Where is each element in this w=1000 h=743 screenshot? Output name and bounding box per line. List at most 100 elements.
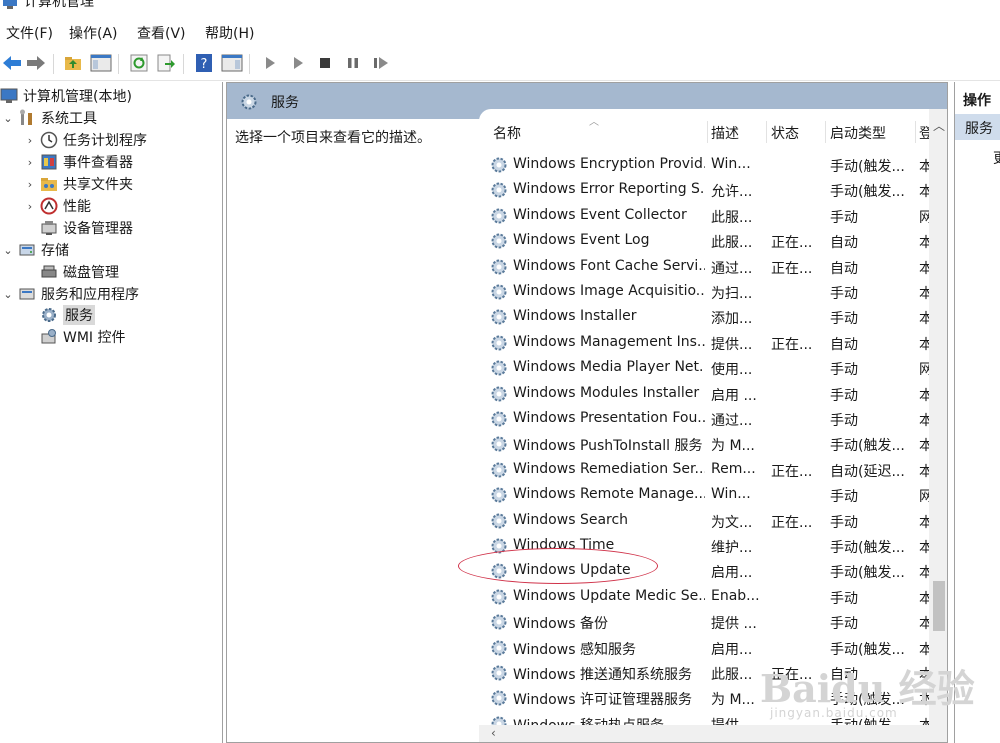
tree-item-services-and-applications[interactable]: ⌄ 服务和应用程序 bbox=[2, 283, 139, 305]
help-button[interactable]: ? bbox=[192, 51, 216, 75]
tree-item-performance[interactable]: › 性能 bbox=[24, 195, 91, 217]
scroll-left-icon[interactable]: ‹ bbox=[491, 726, 496, 740]
scroll-up-icon[interactable]: ︿ bbox=[933, 117, 945, 134]
service-desc: 为 M... bbox=[711, 692, 755, 709]
column-divider[interactable] bbox=[707, 121, 708, 143]
service-row[interactable]: Windows Modules Installer启用 ...手动本 bbox=[479, 381, 931, 406]
menu-view[interactable]: 查看(V) bbox=[137, 23, 186, 43]
service-desc: 此服... bbox=[711, 209, 753, 226]
menu-help[interactable]: 帮助(H) bbox=[205, 23, 254, 43]
tree-item-services[interactable]: 服务 bbox=[24, 304, 95, 326]
tree-item-device-manager[interactable]: 设备管理器 bbox=[24, 217, 133, 239]
service-row[interactable]: Windows 感知服务启用...手动(触发...本 bbox=[479, 635, 931, 660]
service-startup-type: 手动 bbox=[830, 489, 858, 506]
menu-file[interactable]: 文件(F) bbox=[6, 23, 53, 43]
gear-icon bbox=[491, 309, 507, 325]
menu-action[interactable]: 操作(A) bbox=[69, 23, 118, 43]
chevron-right-icon[interactable]: › bbox=[24, 200, 36, 213]
vertical-scrollbar[interactable]: ︿ bbox=[929, 109, 947, 742]
column-header-startup-type[interactable]: 启动类型 bbox=[830, 123, 886, 143]
chevron-down-icon[interactable]: ⌄ bbox=[2, 244, 14, 257]
service-desc: Win... bbox=[711, 156, 751, 172]
tree-item-wmi-control[interactable]: WMI 控件 bbox=[24, 326, 126, 348]
gear-icon bbox=[491, 436, 507, 452]
performance-icon bbox=[40, 197, 58, 215]
tree-label: 计算机管理(本地) bbox=[23, 89, 132, 105]
service-row[interactable]: Windows Media Player Net...使用...手动网 bbox=[479, 355, 931, 380]
gear-icon bbox=[491, 284, 507, 300]
stop-service-button[interactable] bbox=[313, 51, 337, 75]
service-row[interactable]: Windows Remote Manage...Win...手动网 bbox=[479, 482, 931, 507]
chevron-down-icon[interactable]: ⌄ bbox=[2, 288, 14, 301]
column-header-description[interactable]: 描述 bbox=[711, 123, 739, 143]
tree-item-computer-management[interactable]: 计算机管理(本地) bbox=[0, 85, 132, 107]
service-name: Windows Remediation Ser... bbox=[513, 460, 705, 477]
service-row[interactable]: Windows Event Log此服...正在...自动本 bbox=[479, 228, 931, 253]
scroll-thumb[interactable] bbox=[933, 581, 945, 631]
service-row[interactable]: Windows Error Reporting S... 允许... 手动(触发..… bbox=[479, 177, 931, 202]
chevron-right-icon[interactable]: › bbox=[24, 178, 36, 191]
forward-button[interactable] bbox=[24, 51, 48, 75]
service-row[interactable]: Windows Encryption Provid... Win... 手动(触发.… bbox=[479, 152, 931, 177]
service-row[interactable]: Windows Image Acquisitio...为扫...手动本 bbox=[479, 279, 931, 304]
show-hide-tree-button[interactable] bbox=[89, 51, 113, 75]
actions-more-link[interactable]: 更 bbox=[993, 148, 1000, 168]
tree-item-event-viewer[interactable]: › 事件查看器 bbox=[24, 151, 133, 173]
chevron-down-icon[interactable]: ⌄ bbox=[2, 112, 14, 125]
export-list-button[interactable] bbox=[154, 51, 178, 75]
restart-service-button[interactable] bbox=[369, 51, 393, 75]
service-row[interactable]: Windows Installer添加...手动本 bbox=[479, 304, 931, 329]
service-startup-type: 手动(触发... bbox=[830, 184, 905, 201]
service-row[interactable]: Windows Time维护...手动(触发...本 bbox=[479, 533, 931, 558]
service-startup-type: 自动(延迟... bbox=[830, 463, 905, 480]
back-arrow-icon bbox=[3, 56, 21, 70]
title-bar: 计算机管理 bbox=[0, 0, 1000, 16]
svg-text:?: ? bbox=[201, 57, 208, 72]
column-header-status[interactable]: 状态 bbox=[771, 123, 799, 143]
back-button[interactable] bbox=[0, 51, 24, 75]
service-startup-type: 手动 bbox=[830, 387, 858, 404]
service-startup-type: 手动 bbox=[830, 362, 858, 379]
tree-item-system-tools[interactable]: ⌄ 系统工具 bbox=[2, 107, 97, 129]
service-startup-type: 手动 bbox=[830, 286, 858, 302]
column-divider[interactable] bbox=[766, 121, 767, 143]
column-divider[interactable] bbox=[915, 121, 916, 143]
tree-item-task-scheduler[interactable]: › 任务计划程序 bbox=[24, 129, 147, 151]
service-row[interactable]: Windows Font Cache Servi...通过...正在...自动本 bbox=[479, 254, 931, 279]
start-service-button[interactable] bbox=[258, 51, 282, 75]
service-row[interactable]: Windows Management Ins...提供...正在...自动本 bbox=[479, 330, 931, 355]
up-folder-button[interactable] bbox=[61, 51, 85, 75]
tree-item-disk-management[interactable]: 磁盘管理 bbox=[24, 261, 119, 283]
service-status: 正在... bbox=[771, 463, 813, 480]
disk-icon bbox=[41, 265, 57, 278]
service-desc: 提供... bbox=[711, 336, 753, 353]
start-service-alt-button[interactable] bbox=[286, 51, 310, 75]
column-divider[interactable] bbox=[825, 121, 826, 143]
service-row[interactable]: Windows PushToInstall 服务为 M...手动(触发...本 bbox=[479, 431, 931, 456]
forward-arrow-icon bbox=[27, 56, 45, 70]
column-header-name[interactable]: 名称 bbox=[493, 123, 521, 143]
show-hide-action-pane-button[interactable] bbox=[220, 51, 244, 75]
action-pane-icon bbox=[221, 54, 243, 72]
service-startup-type: 手动 bbox=[830, 311, 858, 328]
actions-item-services[interactable]: 服务 bbox=[955, 114, 1000, 140]
tree-item-storage[interactable]: ⌄ 存储 bbox=[2, 239, 69, 261]
shared-folder-icon bbox=[41, 178, 57, 191]
service-row[interactable]: Windows Search为文...正在...手动本 bbox=[479, 508, 931, 533]
service-row[interactable]: Windows Update启用...手动(触发...本 bbox=[479, 558, 931, 583]
service-name: Windows Update Medic Se... bbox=[513, 587, 705, 604]
service-row[interactable]: Windows 备份提供 ...手动本 bbox=[479, 609, 931, 634]
service-row[interactable]: Windows Remediation Ser... Rem... 正在... 自动(… bbox=[479, 457, 931, 482]
service-row[interactable]: Windows Event Collector此服...手动网 bbox=[479, 203, 931, 228]
tree-item-shared-folders[interactable]: › 共享文件夹 bbox=[24, 173, 133, 195]
service-row[interactable]: Windows Presentation Fou...通过...手动本 bbox=[479, 406, 931, 431]
column-header-logon-as[interactable]: 登 bbox=[919, 123, 929, 143]
chevron-right-icon[interactable]: › bbox=[24, 156, 36, 169]
pause-service-button[interactable] bbox=[341, 51, 365, 75]
tree-label: 性能 bbox=[63, 199, 91, 215]
gear-icon bbox=[491, 411, 507, 427]
clock-icon bbox=[40, 131, 58, 149]
chevron-right-icon[interactable]: › bbox=[24, 134, 36, 147]
service-row[interactable]: Windows Update Medic Se...Enab...手动本 bbox=[479, 584, 931, 609]
refresh-button[interactable] bbox=[127, 51, 151, 75]
